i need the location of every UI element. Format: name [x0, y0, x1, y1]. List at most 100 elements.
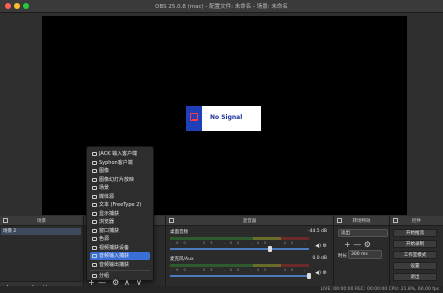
- menu-item[interactable]: 媒体源: [90, 193, 150, 201]
- menu-item[interactable]: 图像: [90, 167, 150, 175]
- transition-select[interactable]: 淡出: [338, 229, 388, 237]
- mute-speaker-icon[interactable]: ◀) ⚙: [315, 243, 327, 249]
- mute-speaker-icon[interactable]: ◀) ⚙: [315, 270, 327, 276]
- window-title: OBS 25.0.8 (mac) - 配置文件: 未命名 - 场景: 未命名: [155, 4, 288, 10]
- transitions-title: 转场特效: [352, 219, 371, 224]
- transition-buttons: + — ⚙: [344, 240, 371, 249]
- menu-item[interactable]: 文本 (FreeType 2): [90, 201, 150, 209]
- source-properties-icon[interactable]: ⚙: [112, 278, 119, 287]
- transition-gear-icon[interactable]: ⚙: [364, 240, 371, 249]
- settings-button[interactable]: 设置: [393, 262, 437, 270]
- speaker-icon: [92, 152, 97, 156]
- menu-item-label: JACK 输入客户端: [99, 151, 138, 157]
- mixer-channel-mic: 麦克风/Aux 0.0 dB -60 -55 -50 -45 -40 -35 -…: [170, 256, 327, 279]
- menu-item-label: 色源: [99, 236, 110, 242]
- exit-button[interactable]: 退出: [393, 273, 437, 281]
- globe-icon: [92, 220, 97, 224]
- play-icon: [92, 194, 97, 199]
- camera-icon: [92, 245, 97, 250]
- no-signal-source[interactable]: No Signal: [186, 106, 261, 131]
- volume-meter: [170, 237, 309, 240]
- status-bar: LIVE: 00:00:00 REC: 00:00:00 CPU: 21.8%,…: [0, 286, 443, 293]
- menu-separator: [90, 270, 150, 271]
- video-icon: [92, 160, 97, 165]
- studio-mode-button[interactable]: 工作室模式: [393, 251, 437, 259]
- status-text: LIVE: 00:00:00 REC: 00:00:00 CPU: 21.8%,…: [320, 287, 439, 292]
- menu-item[interactable]: Syphon客户端: [90, 159, 150, 167]
- volume-meter: [170, 264, 309, 267]
- mixer-header: 混音器: [166, 216, 333, 226]
- start-recording-button[interactable]: 开始录制: [393, 240, 437, 248]
- menu-item[interactable]: 窗口捕获: [90, 227, 150, 235]
- screen-warning-icon: [190, 113, 198, 121]
- channel-db: -44.5 dB: [307, 229, 327, 234]
- duration-label: 时长: [338, 254, 347, 259]
- mixer-panel: 混音器 桌面音频 -44.5 dB -60 -55 -50 -45 -40 -3…: [166, 216, 334, 293]
- sources-toolbar: + — ⚙ ∧ ∨: [84, 278, 162, 287]
- slider-thumb[interactable]: [268, 246, 273, 252]
- volume-slider[interactable]: [170, 246, 309, 252]
- meter-ticks: -60 -55 -50 -45 -40 -35 -30 -25 -20 -15 …: [170, 268, 309, 272]
- slideshow-icon: [92, 177, 97, 182]
- meter-ticks: -60 -55 -50 -45 -40 -35 -30 -25 -20 -15 …: [170, 241, 309, 245]
- scenes-panel: 场景 场景 2 + — ∧ ∨: [0, 216, 84, 293]
- menu-item[interactable]: 音频输入捕获: [90, 252, 150, 260]
- image-icon: [92, 169, 97, 173]
- channel-db: 0.0 dB: [312, 256, 327, 261]
- add-source-menu: JACK 输入客户端 Syphon客户端 图像图像幻灯片放映 场景媒体源文本 (Fre…: [86, 146, 154, 281]
- menu-item-label: 音频输入捕获: [99, 253, 130, 259]
- window-icon: [92, 228, 97, 233]
- scenes-title: 场景: [37, 219, 46, 224]
- menu-item[interactable]: 色源: [90, 235, 150, 243]
- scene-icon: [92, 186, 97, 190]
- scenes-header: 场景: [0, 216, 83, 226]
- channel-name: 麦克风/Aux: [170, 257, 194, 262]
- scene-list-item[interactable]: 场景 2: [1, 228, 81, 235]
- mixer-channel-desktop: 桌面音频 -44.5 dB -60 -55 -50 -45 -40 -35 -3…: [170, 229, 327, 252]
- controls-panel: 控件 开始推流 开始录制 工作室模式 设置 退出: [390, 216, 443, 293]
- mixer-title: 混音器: [242, 219, 257, 224]
- no-signal-text: No Signal: [210, 114, 243, 121]
- title-bar: OBS 25.0.8 (mac) - 配置文件: 未命名 - 场景: 未命名: [0, 0, 443, 13]
- menu-item-label: 音频输出捕获: [99, 261, 130, 268]
- menu-item[interactable]: 音频输出捕获: [90, 261, 150, 269]
- palette-icon: [92, 237, 97, 241]
- menu-item-label: 视频捕获设备: [99, 244, 130, 251]
- menu-item-label: 媒体源: [99, 193, 115, 200]
- volume-slider[interactable]: [170, 273, 311, 279]
- menu-item[interactable]: 图像幻灯片放映: [90, 176, 150, 184]
- text-icon: [92, 203, 97, 207]
- start-streaming-button[interactable]: 开始推流: [393, 229, 437, 237]
- move-source-up-button[interactable]: ∧: [124, 278, 130, 287]
- channel-name: 桌面音频: [170, 230, 188, 235]
- remove-transition-button[interactable]: —: [353, 240, 361, 249]
- controls-title: 控件: [412, 219, 421, 224]
- duration-input[interactable]: 300 ms: [348, 250, 382, 259]
- menu-item[interactable]: 浏览器: [90, 218, 150, 226]
- no-signal-badge: [186, 106, 202, 131]
- move-source-down-button[interactable]: ∨: [136, 278, 142, 287]
- transitions-header: 转场特效: [334, 216, 389, 226]
- transitions-panel: 转场特效 淡出 + — ⚙ 时长 300 ms: [334, 216, 390, 293]
- menu-item[interactable]: 场景: [90, 184, 150, 192]
- menu-item-label: 浏览器: [99, 219, 115, 225]
- menu-item[interactable]: JACK 输入客户端: [90, 150, 150, 158]
- remove-source-button[interactable]: —: [98, 278, 106, 287]
- add-source-button[interactable]: +: [88, 278, 95, 287]
- menu-item-label: 场景: [99, 185, 110, 191]
- menu-item[interactable]: 视频捕获设备: [90, 244, 150, 252]
- monitor-icon: [92, 211, 97, 216]
- slider-thumb[interactable]: [307, 273, 311, 279]
- menu-item-label: Syphon客户端: [99, 159, 133, 166]
- controls-header: 控件: [390, 216, 443, 226]
- menu-item-label: 图像幻灯片放映: [99, 176, 135, 183]
- speaker-icon: [92, 262, 97, 267]
- microphone-icon: [92, 254, 97, 258]
- menu-item-label: 窗口捕获: [99, 227, 120, 234]
- menu-item-label: 图像: [99, 168, 110, 174]
- menu-item-label: 文本 (FreeType 2): [99, 202, 142, 208]
- menu-item[interactable]: 显示捕获: [90, 210, 150, 218]
- dock-area: 场景 场景 2 + — ∧ ∨ 混音器 桌面音频 -44.5 dB -60 -5…: [0, 216, 443, 293]
- menu-item-label: 显示捕获: [99, 210, 120, 217]
- add-transition-button[interactable]: +: [344, 240, 351, 249]
